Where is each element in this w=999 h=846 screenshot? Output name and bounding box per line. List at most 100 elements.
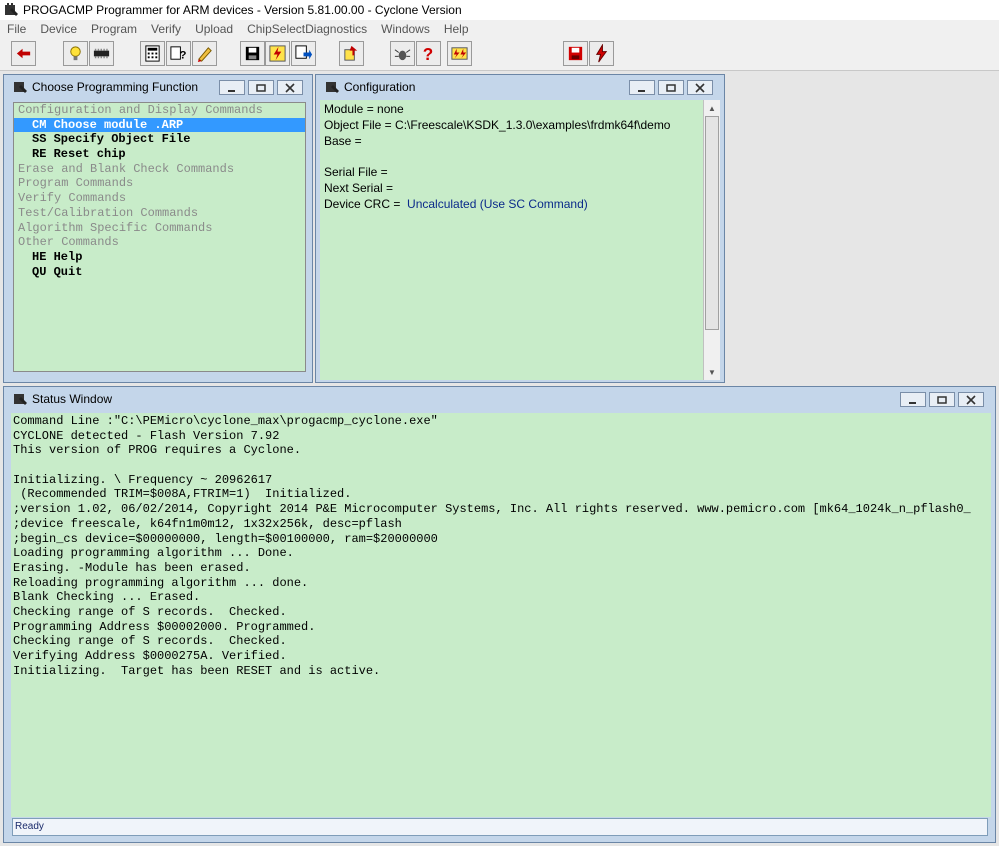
configuration-title: Configuration <box>344 80 416 94</box>
app-icon <box>5 3 18 16</box>
pencil-button[interactable] <box>192 41 217 66</box>
close-icon <box>966 394 976 405</box>
upload-icon <box>344 45 358 61</box>
minimize-button[interactable] <box>219 80 245 95</box>
restore-button[interactable] <box>248 80 274 95</box>
menu-chipselectdiagnostics[interactable]: ChipSelectDiagnostics <box>240 22 374 36</box>
command-item[interactable]: QU Quit <box>14 265 305 280</box>
minimize-button[interactable] <box>629 80 655 95</box>
flash-red-button[interactable] <box>589 41 614 66</box>
save-red-button[interactable] <box>563 41 588 66</box>
svg-text:?: ? <box>179 49 186 61</box>
command-category[interactable]: Algorithm Specific Commands <box>14 221 305 236</box>
restore-button[interactable] <box>929 392 955 407</box>
minimize-button[interactable] <box>900 392 926 407</box>
log-line: This version of PROG requires a Cyclone. <box>13 443 302 458</box>
log-line: (Recommended TRIM=$008A,FTRIM=1) Initial… <box>13 487 352 502</box>
lightbulb-button[interactable] <box>63 41 88 66</box>
status-bar: Ready <box>12 818 988 836</box>
flash-program-icon <box>269 45 286 62</box>
flash-program-button[interactable] <box>265 41 290 66</box>
calibrate-icon <box>451 47 468 60</box>
log-line: ;version 1.02, 06/02/2014, Copyright 201… <box>13 502 971 517</box>
base-line: Base = <box>324 133 362 148</box>
device-crc-value: Uncalculated (Use SC Command) <box>407 196 588 211</box>
scroll-up-icon[interactable]: ▲ <box>704 100 720 116</box>
status-titlebar[interactable]: Status Window <box>4 387 995 411</box>
status-title: Status Window <box>32 392 113 406</box>
command-list[interactable]: Configuration and Display Commands CM Cho… <box>13 102 306 372</box>
scroll-down-icon[interactable]: ▼ <box>704 364 720 380</box>
app-icon <box>14 394 27 405</box>
close-button[interactable] <box>277 80 303 95</box>
log-line: CYCLONE detected - Flash Version 7.92 <box>13 428 280 443</box>
chip-icon <box>93 48 110 59</box>
log-line: Blank Checking ... Erased. <box>13 590 201 605</box>
log-line: Initializing. \ Frequency ~ 20962617 <box>13 472 273 487</box>
lightbulb-icon <box>70 46 81 61</box>
close-button[interactable] <box>687 80 713 95</box>
restore-button[interactable] <box>658 80 684 95</box>
bug-icon <box>394 49 411 61</box>
log-line: ;begin_cs device=$00000000, length=$0010… <box>13 531 438 546</box>
menu-verify[interactable]: Verify <box>144 22 188 36</box>
log-line: Checking range of S records. Checked. <box>13 604 287 619</box>
menu-windows[interactable]: Windows <box>374 22 437 36</box>
configuration-window: Configuration Module = none Object File … <box>315 74 725 383</box>
command-category[interactable]: Test/Calibration Commands <box>14 206 305 221</box>
save-button[interactable] <box>240 41 265 66</box>
menu-upload[interactable]: Upload <box>188 22 240 36</box>
status-log: Command Line :"C:\PEMicro\cyclone_max\pr… <box>11 413 991 817</box>
calibrate-button[interactable] <box>447 41 472 66</box>
menu-program[interactable]: Program <box>84 22 144 36</box>
title-bar: PROGACMP Programmer for ARM devices - Ve… <box>0 0 999 20</box>
object-file-line: Object File = C:\Freescale\KSDK_1.3.0\ex… <box>324 117 671 132</box>
command-category[interactable]: Erase and Blank Check Commands <box>14 162 305 177</box>
status-window: Status Window Command Line :"C:\PEMicro\… <box>3 386 996 843</box>
minimize-icon <box>228 89 235 92</box>
help-cursor-button[interactable]: ? <box>166 41 191 66</box>
toolbar: ? ? <box>0 38 999 71</box>
chip-button[interactable] <box>89 41 114 66</box>
command-category[interactable]: Verify Commands <box>14 191 305 206</box>
back-arrow-icon <box>16 48 31 59</box>
back-button[interactable] <box>11 41 36 66</box>
module-line: Module = none <box>324 102 404 116</box>
question-icon: ? <box>423 45 433 63</box>
command-item[interactable]: CM Choose module .ARP <box>14 117 305 133</box>
menu-file[interactable]: File <box>0 22 33 36</box>
minimize-icon <box>909 401 916 404</box>
menu-bar: File Device Program Verify Upload ChipSelectD… <box>0 20 999 38</box>
window-title: PROGACMP Programmer for ARM devices - Ve… <box>23 3 462 17</box>
command-category[interactable]: Configuration and Display Commands <box>14 103 305 118</box>
command-category[interactable]: Other Commands <box>14 235 305 250</box>
device-crc-label: Device CRC = <box>324 196 401 211</box>
log-line: ;device freescale, k64fn1m0m12, 1x32x256… <box>13 516 402 531</box>
command-item[interactable]: RE Reset chip <box>14 147 305 162</box>
calculator-button[interactable] <box>140 41 165 66</box>
help-button[interactable]: ? <box>416 41 441 66</box>
log-line: Command Line :"C:\PEMicro\cyclone_max\pr… <box>13 414 438 428</box>
menu-device[interactable]: Device <box>33 22 84 36</box>
bug-button[interactable] <box>390 41 415 66</box>
verify-icon <box>295 45 313 60</box>
menu-help[interactable]: Help <box>437 22 476 36</box>
log-line: Erasing. -Module has been erased. <box>13 560 251 575</box>
choose-function-title: Choose Programming Function <box>32 80 199 94</box>
close-button[interactable] <box>958 392 984 407</box>
save-red-icon <box>568 46 583 61</box>
command-item[interactable]: SS Specify Object File <box>14 132 305 147</box>
svg-text:?: ? <box>423 45 433 63</box>
vertical-scrollbar[interactable]: ▲ ▼ <box>703 100 720 380</box>
restore-icon <box>937 395 947 404</box>
pencil-icon <box>197 47 212 63</box>
command-item[interactable]: HE Help <box>14 250 305 265</box>
app-icon <box>14 82 27 93</box>
flash-red-icon <box>595 44 608 63</box>
command-category[interactable]: Program Commands <box>14 176 305 191</box>
scroll-thumb[interactable] <box>705 116 719 330</box>
verify-button[interactable] <box>291 41 316 66</box>
upload-button[interactable] <box>339 41 364 66</box>
